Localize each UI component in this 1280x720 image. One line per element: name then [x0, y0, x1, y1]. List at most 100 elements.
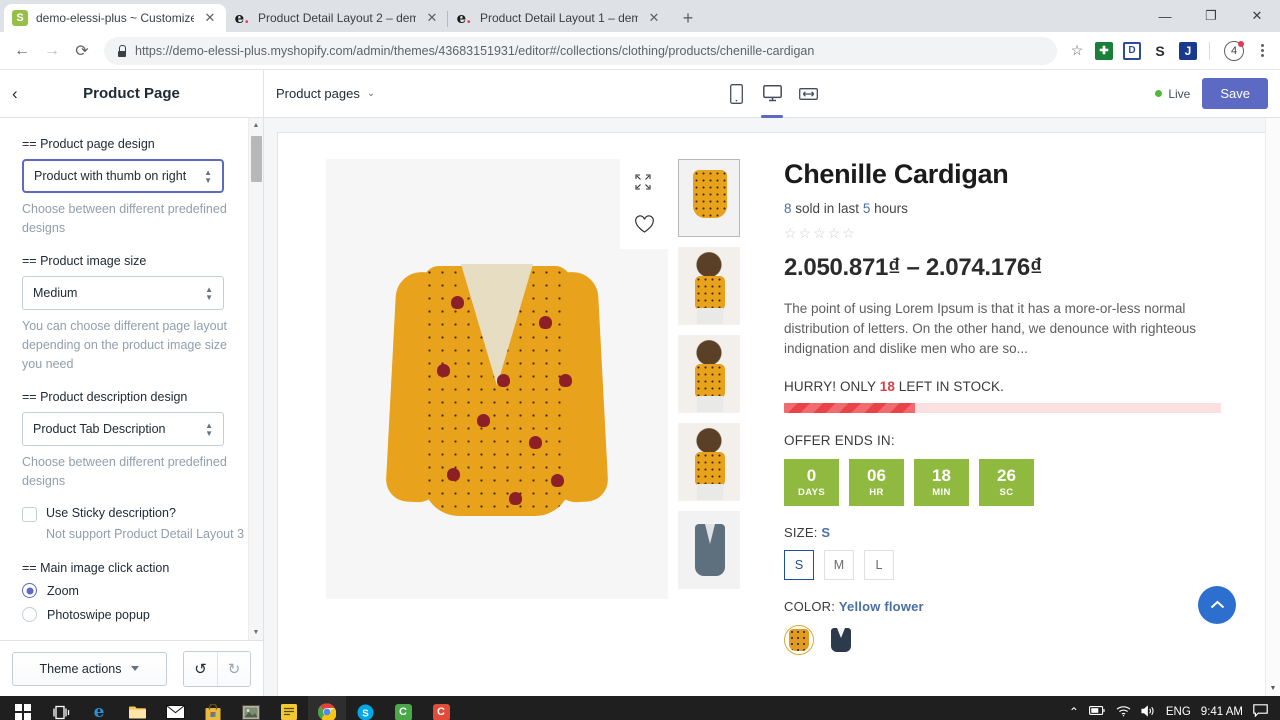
shopify-extension-icon[interactable]: S [1151, 41, 1169, 60]
scroll-down-arrow-icon[interactable]: ▼ [1266, 681, 1280, 696]
countdown-unit: MIN [932, 487, 951, 498]
size-option-l[interactable]: L [864, 550, 894, 580]
main-product-image[interactable] [326, 159, 668, 599]
thumb-model-full[interactable] [678, 423, 740, 501]
show-hidden-icons-chevron-icon[interactable]: ⌃ [1069, 705, 1079, 719]
fullwidth-view-button[interactable] [795, 79, 821, 109]
save-button[interactable]: Save [1202, 78, 1268, 109]
dashlane-extension-icon[interactable]: D [1123, 41, 1141, 60]
radio-option-zoom[interactable]: Zoom [22, 583, 245, 598]
countdown-seconds: 26 SC [979, 459, 1034, 506]
close-icon[interactable]: ✕ [646, 10, 662, 26]
redo-button[interactable]: ↻ [217, 651, 250, 686]
back-icon[interactable]: ← [8, 37, 36, 65]
mail-taskbar-icon[interactable] [156, 696, 194, 720]
browser-tab-1[interactable]: S demo-elessi-plus ~ Customize ~ ✕ [4, 4, 226, 32]
thumb-gray-cardigan[interactable] [678, 511, 740, 589]
store-taskbar-icon[interactable] [194, 696, 232, 720]
scroll-up-arrow-icon[interactable]: ▲ [249, 118, 263, 133]
scrollbar-thumb[interactable] [251, 136, 262, 182]
new-tab-button[interactable]: + [674, 4, 702, 32]
task-view-icon [52, 705, 69, 719]
store-bag-icon [205, 703, 221, 720]
yellow-flower-swatch[interactable] [784, 625, 814, 655]
edge-taskbar-icon[interactable]: e [80, 696, 118, 720]
select-product-page-design[interactable]: Product with thumb on right ▲ ▼ [22, 159, 224, 193]
mobile-view-button[interactable] [723, 79, 749, 109]
select-product-image-size[interactable]: Medium ▲ ▼ [22, 276, 224, 310]
camtasia-recorder-taskbar-icon[interactable]: C [422, 696, 460, 720]
profile-avatar[interactable]: 4 [1224, 40, 1244, 61]
preview-column: Product pages ⌄ Live Save Chenille Cardi… [264, 70, 1280, 696]
chevron-down-icon: ⌄ [366, 88, 376, 99]
back-chevron-icon[interactable]: ‹ [12, 84, 36, 104]
preview-scrollbar[interactable]: ▲ ▼ [1265, 118, 1280, 696]
start-button[interactable] [4, 696, 42, 720]
thumb-front-flat[interactable] [678, 159, 740, 237]
select-product-description-design[interactable]: Product Tab Description ▲ ▼ [22, 412, 224, 446]
volume-icon[interactable] [1141, 704, 1156, 720]
address-bar[interactable]: https://demo-elessi-plus.myshopify.com/a… [104, 36, 1057, 65]
chevron-up-icon [1210, 600, 1224, 609]
size-option-m[interactable]: M [824, 550, 854, 580]
maximize-button[interactable]: ❐ [1188, 0, 1234, 32]
help-product-image-size: You can choose different page layout dep… [22, 319, 228, 371]
close-window-button[interactable]: ✕ [1234, 0, 1280, 32]
thumb-model-side[interactable] [678, 335, 740, 413]
thumb-model-front[interactable] [678, 247, 740, 325]
browser-tab-2[interactable]: e Product Detail Layout 2 – demo~ ✕ [226, 4, 448, 32]
countdown-timer: 0 DAYS 06 HR 18 MIN 26 SC [784, 459, 1226, 506]
close-icon[interactable]: ✕ [424, 10, 440, 26]
task-view-button[interactable] [42, 696, 80, 720]
jump-extension-icon[interactable]: J [1179, 41, 1197, 60]
language-indicator[interactable]: ENG [1166, 706, 1191, 718]
browser-tab-3[interactable]: e Product Detail Layout 1 – demo~ ✕ [447, 4, 670, 32]
undo-button[interactable]: ↺ [184, 651, 217, 686]
skype-taskbar-icon[interactable]: S [346, 696, 384, 720]
sidebar-footer: Theme actions ↺ ↻ [0, 640, 263, 696]
svg-text:S: S [362, 708, 369, 719]
rating-stars[interactable]: ☆☆☆☆☆ [784, 225, 1226, 242]
wifi-icon[interactable] [1116, 705, 1131, 720]
sidebar-scrollbar[interactable]: ▲ ▼ [248, 118, 263, 640]
desktop-view-button[interactable] [759, 79, 785, 118]
radio-button[interactable] [22, 607, 37, 622]
countdown-value: 26 [997, 466, 1016, 485]
scroll-down-arrow-icon[interactable]: ▼ [249, 625, 263, 640]
chrome-menu-icon[interactable] [1252, 44, 1272, 57]
navy-swatch[interactable] [826, 625, 856, 655]
scroll-to-top-button[interactable] [1198, 586, 1236, 624]
checkbox-box[interactable] [22, 507, 37, 522]
theme-editor: ‹ Product Page == Product page design Pr… [0, 70, 1280, 696]
color-selected-value: Yellow flower [838, 599, 924, 614]
adblock-extension-icon[interactable]: ✚ [1095, 41, 1113, 60]
photos-taskbar-icon[interactable] [232, 696, 270, 720]
bookmark-star-icon[interactable]: ☆ [1065, 39, 1089, 63]
reload-icon[interactable]: ⟳ [68, 37, 96, 65]
color-option-label: COLOR: Yellow flower [784, 599, 1226, 614]
field-label-product-image-size: == Product image size [22, 254, 147, 268]
live-dot-icon [1155, 90, 1163, 97]
countdown-days: 0 DAYS [784, 459, 839, 506]
minimize-button[interactable]: — [1142, 0, 1188, 32]
clock[interactable]: 9:41 AM [1201, 706, 1243, 718]
expand-icon[interactable] [634, 173, 654, 193]
radio-option-photoswipe[interactable]: Photoswipe popup [22, 607, 245, 622]
page-selector-dropdown[interactable]: Product pages ⌄ [276, 86, 375, 101]
theme-actions-button[interactable]: Theme actions [12, 651, 167, 686]
chrome-taskbar-icon[interactable] [308, 696, 346, 720]
color-options [784, 625, 1226, 655]
stock-suffix: LEFT IN STOCK. [894, 379, 1004, 394]
size-option-label: SIZE: S [784, 525, 1226, 540]
radio-button[interactable] [22, 583, 37, 598]
file-explorer-taskbar-icon[interactable] [118, 696, 156, 720]
camtasia-taskbar-icon[interactable]: C [384, 696, 422, 720]
close-icon[interactable]: ✕ [202, 10, 218, 26]
select-value: Product Tab Description [33, 422, 166, 436]
action-center-icon[interactable] [1253, 704, 1268, 720]
wishlist-heart-icon[interactable] [634, 215, 654, 235]
notes-taskbar-icon[interactable] [270, 696, 308, 720]
checkbox-sticky-description[interactable]: Use Sticky description? [22, 506, 245, 522]
battery-icon[interactable] [1088, 705, 1106, 719]
size-option-s[interactable]: S [784, 550, 814, 580]
